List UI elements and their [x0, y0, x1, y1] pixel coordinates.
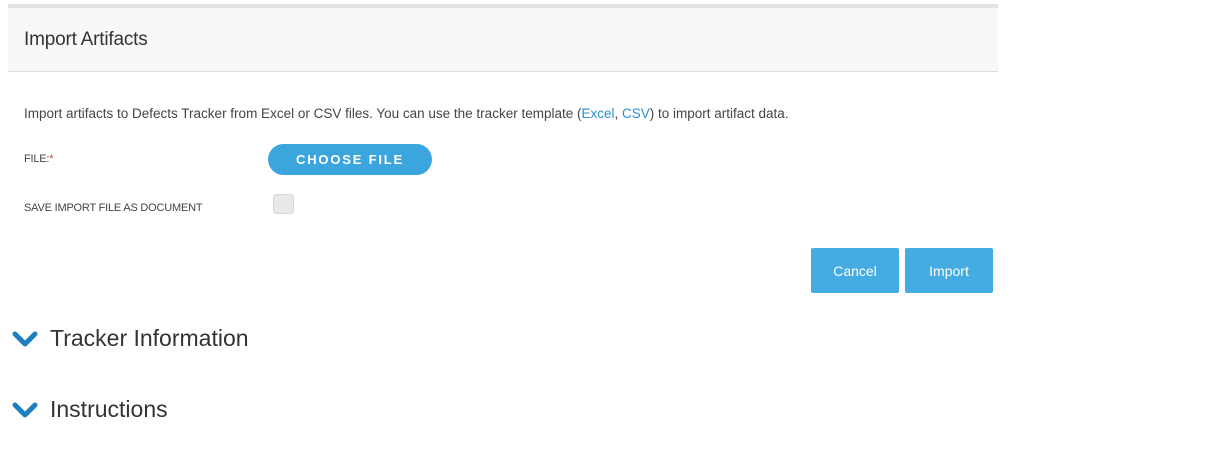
excel-template-link[interactable]: Excel — [581, 106, 614, 121]
csv-template-link[interactable]: CSV — [622, 106, 650, 121]
file-label-text: FILE: — [24, 153, 50, 165]
section-label-tracker-information: Tracker Information — [50, 325, 249, 351]
import-artifacts-panel: Import Artifacts Import artifacts to Def… — [8, 4, 998, 293]
import-description: Import artifacts to Defects Tracker from… — [24, 106, 789, 121]
panel-header: Import Artifacts — [8, 8, 998, 72]
file-label: FILE:* — [24, 153, 54, 165]
description-prefix: Import artifacts to Defects Tracker from… — [24, 106, 582, 121]
section-tracker-information[interactable]: Tracker Information — [12, 325, 249, 352]
cancel-button[interactable]: Cancel — [811, 248, 899, 293]
save-as-document-label: SAVE IMPORT FILE AS DOCUMENT — [24, 202, 203, 214]
required-marker: * — [49, 153, 54, 165]
description-separator: , — [614, 106, 622, 121]
chevron-down-icon — [12, 331, 38, 346]
section-label-instructions: Instructions — [50, 396, 168, 422]
choose-file-button[interactable]: CHOOSE FILE — [268, 144, 432, 175]
import-button[interactable]: Import — [905, 248, 993, 293]
section-instructions[interactable]: Instructions — [12, 396, 168, 423]
save-as-document-checkbox[interactable] — [273, 194, 294, 214]
chevron-down-icon — [12, 402, 38, 417]
description-suffix: ) to import artifact data. — [649, 106, 789, 121]
panel-title: Import Artifacts — [24, 29, 148, 50]
